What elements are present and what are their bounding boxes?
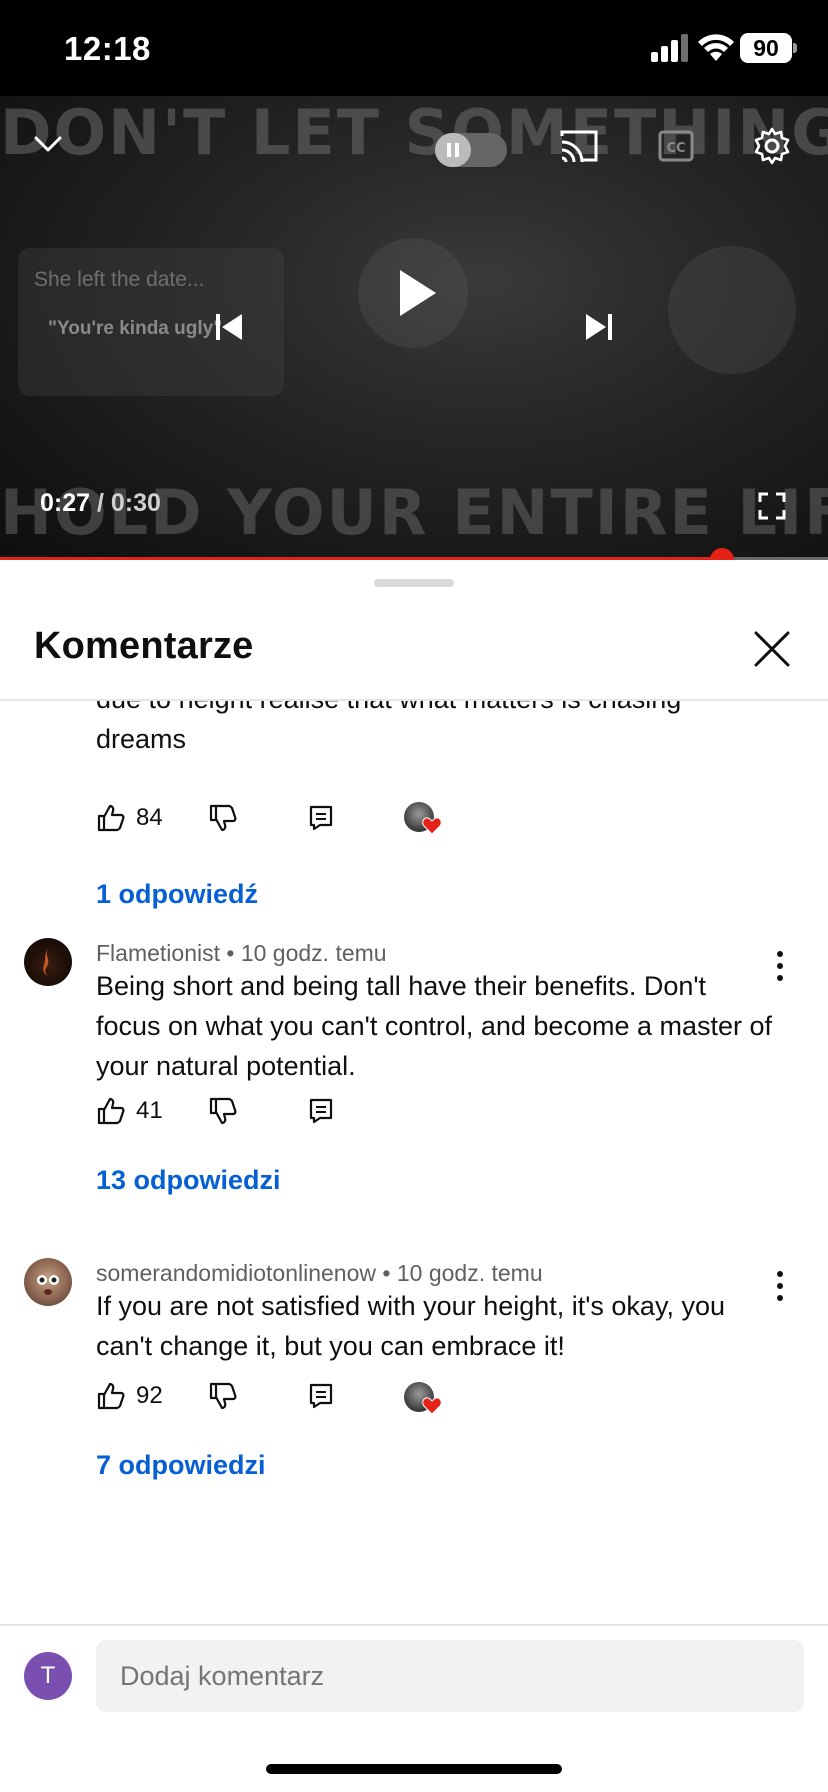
fullscreen-icon[interactable]	[758, 492, 786, 520]
battery-cap	[793, 43, 797, 53]
like-icon	[97, 804, 125, 832]
reply-button[interactable]	[308, 1091, 334, 1131]
reply-icon	[309, 1098, 333, 1124]
battery-level: 90	[740, 33, 792, 63]
next-icon[interactable]	[582, 312, 614, 342]
face-avatar-graphic	[37, 1275, 59, 1295]
screen: 12:18 90 DON'T LET SOMETHING BAD HOLD YO…	[0, 0, 828, 1792]
status-bar: 12:18 90	[0, 0, 828, 96]
dislike-button[interactable]	[208, 1091, 238, 1131]
flame-avatar-graphic	[43, 948, 49, 976]
like-button[interactable]: 92	[96, 1376, 163, 1416]
reply-icon	[309, 1383, 333, 1409]
channel-thumbnail[interactable]	[668, 246, 796, 374]
home-indicator[interactable]	[266, 1764, 562, 1774]
reply-icon	[309, 805, 333, 831]
like-button[interactable]: 41	[96, 1091, 163, 1131]
user-avatar[interactable]: T	[24, 1652, 72, 1700]
total-duration: 0:30	[110, 489, 161, 517]
wifi-icon	[698, 34, 734, 61]
meta-separator: •	[219, 940, 241, 966]
video-caption-top: DON'T LET SOMETHING BAD	[0, 96, 828, 169]
comment-author[interactable]: somerandomidiotonlinenow	[96, 1260, 376, 1286]
play-icon	[400, 270, 436, 316]
current-time: 0:27	[40, 489, 91, 517]
close-icon[interactable]	[750, 627, 794, 671]
dislike-icon	[209, 1097, 237, 1125]
avatar[interactable]	[24, 938, 72, 986]
like-count: 84	[136, 804, 163, 831]
creator-heart-badge	[404, 1382, 442, 1416]
composer-divider	[0, 1624, 828, 1626]
heart-icon	[422, 1397, 442, 1415]
signal-icon	[651, 34, 688, 62]
like-icon	[97, 1097, 125, 1125]
pause-icon	[435, 133, 471, 167]
dislike-button[interactable]	[208, 798, 238, 838]
like-count: 92	[136, 1382, 163, 1409]
comment-time: 10 godz. temu	[240, 940, 387, 966]
reply-button[interactable]	[308, 1376, 334, 1416]
autoplay-toggle[interactable]	[435, 133, 507, 167]
replies-link[interactable]: 1 odpowiedź	[96, 879, 258, 910]
like-count: 41	[136, 1097, 163, 1124]
meta-separator: •	[376, 1260, 397, 1286]
chevron-down-icon[interactable]	[30, 126, 66, 162]
avatar[interactable]	[24, 1258, 72, 1306]
reply-button[interactable]	[308, 798, 334, 838]
replies-link[interactable]: 7 odpowiedzi	[96, 1450, 266, 1481]
settings-icon[interactable]	[752, 126, 792, 166]
svg-text:CC: CC	[666, 141, 685, 156]
like-button[interactable]: 84	[96, 798, 163, 838]
comment-text: Being short and being tall have their be…	[96, 971, 773, 1081]
time-separator: /	[90, 489, 111, 517]
sheet-title: Komentarze	[34, 625, 254, 667]
dislike-button[interactable]	[208, 1376, 238, 1416]
captions-icon[interactable]: CC	[658, 130, 694, 162]
replies-link[interactable]: 13 odpowiedzi	[96, 1165, 281, 1196]
comment-meta: Flametionist • 10 godz. temu	[96, 940, 387, 967]
comment-text: If you are not satisfied with your heigh…	[96, 1291, 725, 1361]
status-time: 12:18	[64, 30, 151, 67]
add-comment-input[interactable]	[96, 1640, 804, 1712]
progress-scrubber[interactable]	[710, 548, 735, 560]
comments-sheet: Komentarze due to height realise that wh…	[0, 561, 828, 1792]
time-display: 0:27 / 0:30	[40, 489, 161, 518]
comment-author[interactable]: Flametionist	[96, 940, 220, 966]
creator-heart-badge	[404, 802, 442, 836]
comments-list[interactable]: due to height realise that what matters …	[0, 701, 828, 1624]
video-player[interactable]: DON'T LET SOMETHING BAD HOLD YOUR ENTIRE…	[0, 96, 828, 560]
dislike-icon	[209, 804, 237, 832]
like-icon	[97, 1382, 125, 1410]
end-screen-card-title: She left the date...	[34, 268, 205, 291]
heart-icon	[422, 817, 442, 835]
previous-icon[interactable]	[214, 312, 246, 342]
dislike-icon	[209, 1382, 237, 1410]
comment-meta: somerandomidiotonlinenow • 10 godz. temu	[96, 1260, 543, 1287]
progress-played	[0, 557, 723, 560]
comment-time: 10 godz. temu	[396, 1260, 543, 1286]
cast-icon[interactable]	[558, 128, 600, 164]
comment-text: due to height realise that what matters …	[96, 701, 681, 754]
end-screen-card-subtitle: "You're kinda ugly"	[48, 318, 223, 339]
drag-handle[interactable]	[374, 579, 454, 587]
